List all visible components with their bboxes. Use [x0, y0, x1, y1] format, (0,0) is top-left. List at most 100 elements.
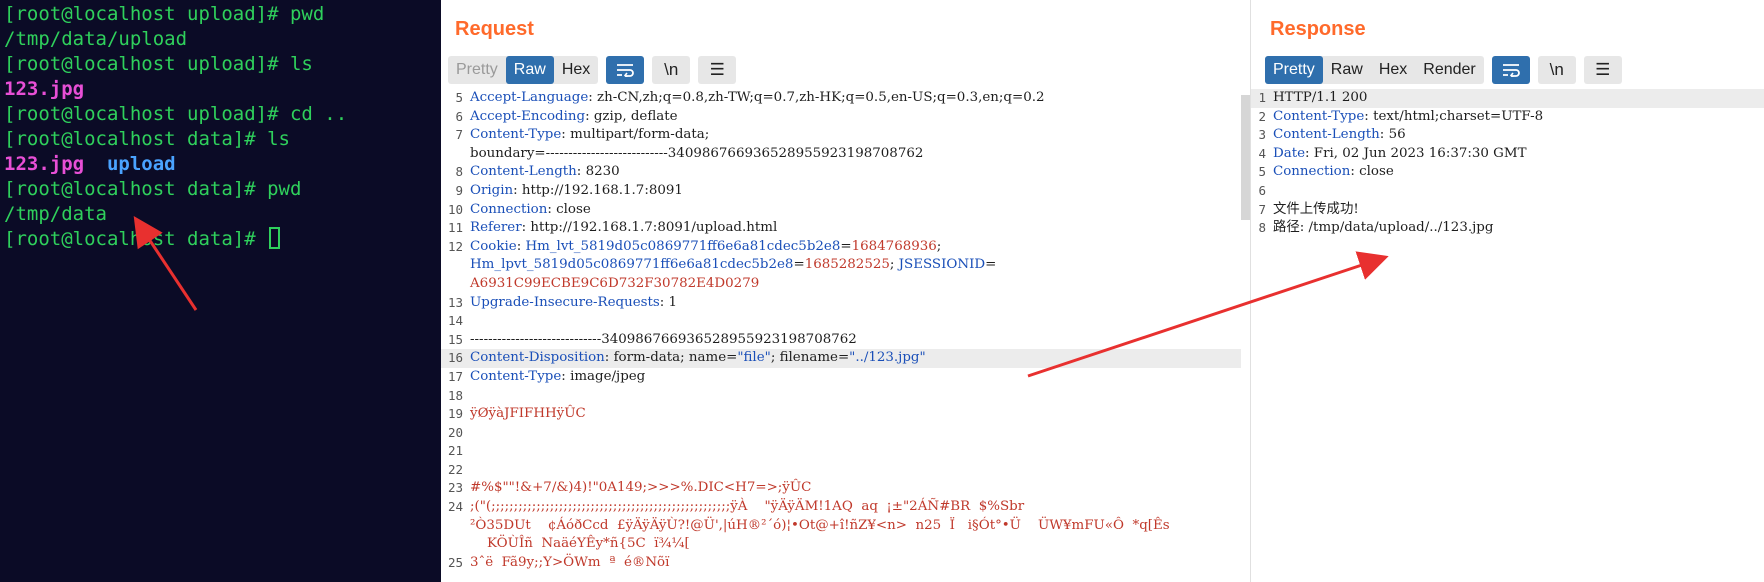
code-text: Connection: close [467, 201, 1241, 220]
menu-label: ☰ [709, 60, 725, 79]
code-line: 9 Origin: http://192.168.1.7:8091 [441, 182, 1241, 201]
code-line: 5 Connection: close [1251, 163, 1764, 182]
plain-text: : http://192.168.1.7:8091 [513, 182, 683, 198]
terminal-text: 123.jpg [4, 78, 85, 100]
code-line: 11 Referer: http://192.168.1.7:8091/uploa… [441, 219, 1241, 238]
code-line: 8 路径: /tmp/data/upload/../123.jpg [1251, 219, 1764, 238]
code-line: 12 Cookie: Hm_lvt_5819d05c0869771ff6e6a81… [441, 238, 1241, 294]
plain-text: ; filename= [770, 350, 850, 366]
code-line: 17 Content-Type: image/jpeg [441, 368, 1241, 387]
line-number: 3 [1258, 127, 1266, 143]
line-number: 18 [447, 387, 463, 403]
code-line: 4 Date: Fri, 02 Jun 2023 16:37:30 GMT [1251, 145, 1764, 164]
wrap-icon[interactable] [606, 56, 645, 84]
line-number: 12 [447, 238, 463, 254]
terminal-text: [root@localhost data]# ls [4, 128, 290, 150]
plain-text: : http://192.168.1.7:8091/upload.html [521, 220, 778, 236]
tab-raw[interactable]: Raw [1323, 56, 1371, 84]
code-text: 路径: /tmp/data/upload/../123.jpg [1270, 219, 1764, 238]
line-number: 9 [455, 182, 463, 198]
newline-icon[interactable]: \n [1537, 56, 1576, 84]
plain-text: ; [889, 257, 899, 273]
tab-render[interactable]: Render [1415, 56, 1483, 84]
code-text: Referer: http://192.168.1.7:8091/upload.… [467, 219, 1241, 238]
line-number: 15 [447, 331, 463, 347]
code-line: 6 Accept-Encoding: gzip, deflate [441, 108, 1241, 127]
terminal-text: 123.jpg [4, 153, 85, 175]
line-number: 2 [1258, 108, 1266, 124]
tab-pretty[interactable]: Pretty [1265, 56, 1323, 84]
code-line: 23 #%$""!&+7/&)4)!"0A149;>>>%.DIC<H7=>;ÿÛ… [441, 479, 1241, 498]
wrap-icon[interactable] [1491, 56, 1530, 84]
value-text: ÿØÿàJFIFHHÿÛC [470, 406, 586, 422]
header-key: Connection [1273, 164, 1351, 180]
request-title: Request [455, 18, 534, 40]
line-number: 19 [447, 406, 463, 422]
terminal-line: [root@localhost upload]# cd .. [4, 102, 437, 127]
header-key: Hm_lvt_5819d05c0869771ff6e6a81cdec5b2e8 [525, 238, 841, 254]
header-key: Content-Length [470, 164, 577, 180]
terminal-text: /tmp/data [4, 203, 107, 225]
header-key: Upgrade-Insecure-Requests [470, 294, 660, 310]
line-number: 13 [447, 294, 463, 310]
value-text: 3ˆë Fã9y;;Y>ÖWm ª é®Nõï [470, 554, 670, 570]
code-line: 13 Upgrade-Insecure-Requests: 1 [441, 294, 1241, 313]
value-text: 1685282525 [804, 257, 890, 273]
terminal-line: [root@localhost upload]# ls [4, 52, 437, 77]
tab-raw[interactable]: Raw [505, 56, 554, 84]
menu-icon[interactable]: ☰ [698, 56, 737, 84]
line-number: 23 [447, 480, 463, 496]
terminal-text: [root@localhost data]# [4, 228, 268, 250]
code-line: 22 [441, 461, 1241, 480]
code-line: 7 Content-Type: multipart/form-data; boun… [441, 126, 1241, 163]
header-key: "../123.jpg" [849, 350, 926, 366]
plain-text: : 1 [659, 294, 678, 310]
header-key: Referer [470, 220, 522, 236]
newline-icon[interactable]: \n [652, 56, 691, 84]
plain-text: : gzip, deflate [585, 108, 678, 124]
code-text: Cookie: Hm_lvt_5819d05c0869771ff6e6a81cd… [467, 238, 1241, 294]
line-number: 4 [1258, 145, 1266, 161]
header-key: Date [1273, 145, 1306, 161]
tab-hex[interactable]: Hex [1371, 56, 1415, 84]
menu-label: ☰ [1595, 60, 1611, 79]
terminal-line: 123.jpg [4, 77, 437, 102]
request-panel: Request Pretty Raw Hex \n ☰ 5 Accept-Langua… [441, 0, 1250, 582]
plain-text: = [793, 257, 805, 273]
code-line: 18 [441, 387, 1241, 406]
plain-text: : form-data; name= [604, 350, 738, 366]
menu-icon[interactable]: ☰ [1583, 56, 1622, 84]
line-number: 6 [1258, 182, 1266, 198]
tab-pretty[interactable]: Pretty [448, 56, 506, 84]
code-line: 7 文件上传成功! [1251, 201, 1764, 220]
code-line: 20 [441, 424, 1241, 443]
request-view-tabs: Pretty Raw Hex [448, 56, 599, 84]
terminal-line: [root@localhost upload]# pwd [4, 2, 437, 27]
plain-text: 文件上传成功! [1273, 201, 1359, 217]
request-editor[interactable]: 5 Accept-Language: zh-CN,zh;q=0.8,zh-TW;q… [441, 89, 1241, 572]
tab-hex[interactable]: Hex [554, 56, 598, 84]
terminal[interactable]: [root@localhost upload]# pwd/tmp/data/up… [0, 0, 441, 582]
plain-text: : close [1350, 164, 1394, 180]
code-text: 文件上传成功! [1270, 201, 1764, 220]
code-text: Upgrade-Insecure-Requests: 1 [467, 294, 1241, 313]
terminal-cursor [269, 227, 281, 249]
request-scrollbar[interactable] [1241, 95, 1250, 220]
header-key: Cookie [470, 238, 517, 254]
line-number: 14 [447, 313, 463, 329]
plain-text: : text/html;charset=UTF-8 [1364, 108, 1544, 124]
code-line: 21 [441, 442, 1241, 461]
code-text: Origin: http://192.168.1.7:8091 [467, 182, 1241, 201]
response-toolbar: Pretty Raw Hex Render \n ☰ [1265, 56, 1622, 84]
terminal-text: [root@localhost data]# pwd [4, 178, 302, 200]
plain-text: : 56 [1379, 127, 1406, 143]
code-line: 5 Accept-Language: zh-CN,zh;q=0.8,zh-TW;q… [441, 89, 1241, 108]
line-number: 20 [447, 424, 463, 440]
code-text: Accept-Language: zh-CN,zh;q=0.8,zh-TW;q=… [467, 89, 1241, 108]
line-number: 5 [455, 90, 463, 105]
response-editor[interactable]: 1 HTTP/1.1 200 2 Content-Type: text/html;ch… [1251, 89, 1764, 238]
line-number: 16 [447, 350, 463, 366]
plain-text: : image/jpeg [561, 368, 646, 384]
